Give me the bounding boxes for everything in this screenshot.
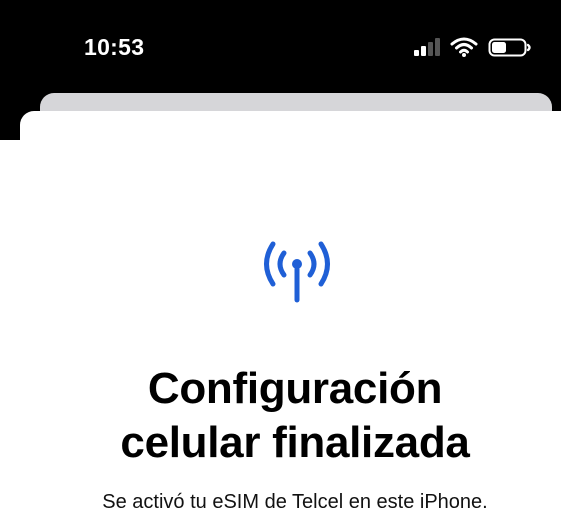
status-bar: 10:53	[0, 0, 561, 92]
cellular-signal-icon	[414, 38, 440, 56]
page-title: Configuración celular finalizada	[0, 362, 561, 470]
battery-icon	[488, 38, 531, 57]
screen: 10:53 Configuración celular finalizada S…	[0, 0, 561, 525]
wifi-icon	[450, 37, 478, 57]
status-icons	[412, 36, 536, 60]
activation-message: Se activó tu eSIM de Telcel en este iPho…	[102, 491, 488, 513]
page-title-line-2: celular finalizada	[120, 418, 470, 467]
antenna-radiowaves-icon	[264, 241, 330, 303]
status-time: 10:53	[84, 34, 145, 60]
page-title-line-1: Configuración	[147, 364, 443, 413]
